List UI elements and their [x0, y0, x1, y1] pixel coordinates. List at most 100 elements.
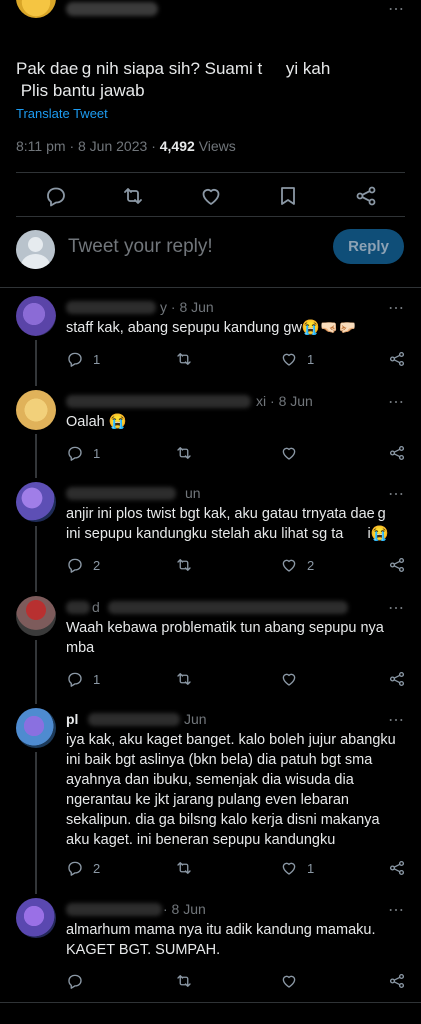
reply-line: Oalah 😭: [66, 414, 127, 430]
more-dots-icon[interactable]: ⋯: [388, 301, 405, 317]
author-avatar[interactable]: [16, 0, 56, 18]
reply-line: KAGET BGT. SUMPAH.: [66, 942, 221, 958]
reply-action-share[interactable]: [388, 670, 406, 688]
like-count: 1: [307, 351, 315, 367]
tweet-actions: [0, 180, 421, 212]
heart-icon: [282, 975, 296, 988]
reply-action-like[interactable]: 1: [280, 350, 314, 368]
reply-action-share[interactable]: [388, 444, 406, 462]
speech-bubble-icon: [68, 446, 82, 461]
reply-date-text: · 8 Jun: [170, 299, 214, 315]
reply-action-reply[interactable]: 1: [66, 444, 100, 462]
reply-actions: 2 1: [66, 859, 406, 879]
reply-action-share[interactable]: [388, 972, 406, 990]
reply-action-retweet[interactable]: [175, 859, 193, 877]
reply-button[interactable]: Reply: [333, 229, 404, 264]
reply-action-reply[interactable]: 2: [66, 556, 100, 574]
reply-text: iya kak, aku kaget banget. kalo boleh ju…: [66, 730, 406, 850]
thread-line: [35, 752, 37, 894]
heart-icon[interactable]: [199, 184, 223, 208]
reply-action-retweet[interactable]: [175, 670, 193, 688]
reply-avatar[interactable]: [16, 596, 56, 636]
speech-bubble-icon: [68, 974, 82, 989]
reply-date: xi · 8 Jun: [256, 393, 313, 409]
reply-text: almarhum mama nya itu adik kandung mamak…: [66, 920, 406, 960]
reply-action-share[interactable]: [388, 556, 406, 574]
views-label: Views: [198, 138, 236, 154]
reply-avatar[interactable]: [16, 708, 56, 748]
reply-action-retweet[interactable]: [175, 972, 193, 990]
reply-name-suffix: y: [160, 299, 167, 315]
reply-action-retweet[interactable]: [175, 556, 193, 574]
speech-bubble-icon[interactable]: [44, 184, 68, 208]
retweet-icon: [177, 559, 191, 571]
reply-avatar[interactable]: [16, 390, 56, 430]
reply-action-share[interactable]: [388, 350, 406, 368]
reply-line: almarhum mama nya itu adik kandung mamak…: [66, 922, 376, 938]
divider: [0, 287, 421, 288]
reply-date-text: un: [185, 485, 201, 501]
reply-avatar[interactable]: [16, 482, 56, 522]
reply-author-redacted[interactable]: [66, 601, 90, 614]
reply-action-reply[interactable]: 1: [66, 670, 100, 688]
more-dots-icon[interactable]: ⋯: [388, 903, 405, 919]
share-icon[interactable]: [354, 184, 378, 208]
reply-input[interactable]: Tweet your reply!: [68, 236, 213, 258]
reply-name-suffix: d: [92, 599, 100, 615]
reply-meta-redacted: [108, 601, 348, 614]
translate-tweet-link[interactable]: Translate Tweet: [16, 106, 108, 121]
share-icon: [389, 445, 405, 461]
share-icon: [389, 973, 405, 989]
divider: [0, 1002, 421, 1003]
reply-author-redacted[interactable]: [66, 903, 162, 916]
reply-action-retweet[interactable]: [175, 444, 193, 462]
more-dots-icon[interactable]: ⋯: [388, 601, 405, 617]
reply-author-redacted[interactable]: [66, 487, 176, 500]
reply-author-redacted[interactable]: [66, 395, 251, 408]
speech-bubble-icon: [68, 861, 82, 876]
reply-action-like[interactable]: [280, 972, 307, 990]
reply-action-reply[interactable]: 2: [66, 859, 100, 877]
my-avatar[interactable]: [16, 230, 55, 269]
reply-avatar[interactable]: [16, 898, 56, 938]
reply-action-like[interactable]: [280, 444, 307, 462]
speech-bubble-icon: [68, 558, 82, 573]
reply-line: staff kak, abang sepupu kandung gw😭🤜🏻🤛🏻: [66, 320, 357, 336]
reply-action-like[interactable]: 1: [280, 859, 314, 877]
views-count: 4,492: [159, 138, 195, 154]
reply-count: 1: [93, 671, 101, 687]
reply-action-like[interactable]: 2: [280, 556, 314, 574]
retweet-icon[interactable]: [121, 184, 145, 208]
reply-action-retweet[interactable]: [175, 350, 193, 368]
reply-line: ngerantau ke jkt jarang pulang even leba…: [66, 792, 349, 808]
author-name-redacted[interactable]: [66, 2, 158, 16]
reply-action-reply[interactable]: [66, 972, 93, 990]
more-dots-icon[interactable]: ⋯: [388, 487, 405, 503]
reply-line: Waah kebawa problematik tun abang sepupu…: [66, 620, 384, 636]
reply-line: sekalipun. dia ga bilsng kalo kerja disn…: [66, 812, 380, 828]
reply-line: mba: [66, 640, 95, 656]
bookmark-icon[interactable]: [276, 184, 300, 208]
more-dots-icon[interactable]: ⋯: [388, 713, 405, 729]
reply-count: 1: [93, 445, 101, 461]
reply-avatar[interactable]: [16, 296, 56, 336]
reply-actions: 1 1: [66, 350, 406, 370]
reply-author-redacted[interactable]: [88, 713, 180, 726]
reply-action-reply[interactable]: 1: [66, 350, 100, 368]
reply-author-redacted[interactable]: [66, 301, 156, 314]
reply-action-like[interactable]: [280, 670, 307, 688]
reply-text: staff kak, abang sepupu kandung gw😭🤜🏻🤛🏻: [66, 318, 406, 338]
tweet-line: Pak dae g nih siapa sih? Suami t yi kah: [16, 59, 331, 78]
reply-composer: Tweet your reply! Reply: [0, 222, 421, 278]
share-icon: [389, 860, 405, 876]
more-dots-icon[interactable]: ⋯: [388, 395, 405, 411]
speech-bubble-icon: [68, 672, 82, 687]
more-dots-icon[interactable]: ⋯: [388, 2, 405, 18]
reply-line: anjir ini plos twist bgt kak, aku gatau …: [66, 506, 386, 522]
tweet-time: 8:11 pm: [16, 138, 66, 154]
reply-actions: 2 2: [66, 556, 406, 576]
share-icon: [389, 351, 405, 367]
reply-action-share[interactable]: [388, 859, 406, 877]
reply-name-suffix[interactable]: pl: [66, 711, 78, 727]
reply-actions: 1: [66, 444, 406, 464]
